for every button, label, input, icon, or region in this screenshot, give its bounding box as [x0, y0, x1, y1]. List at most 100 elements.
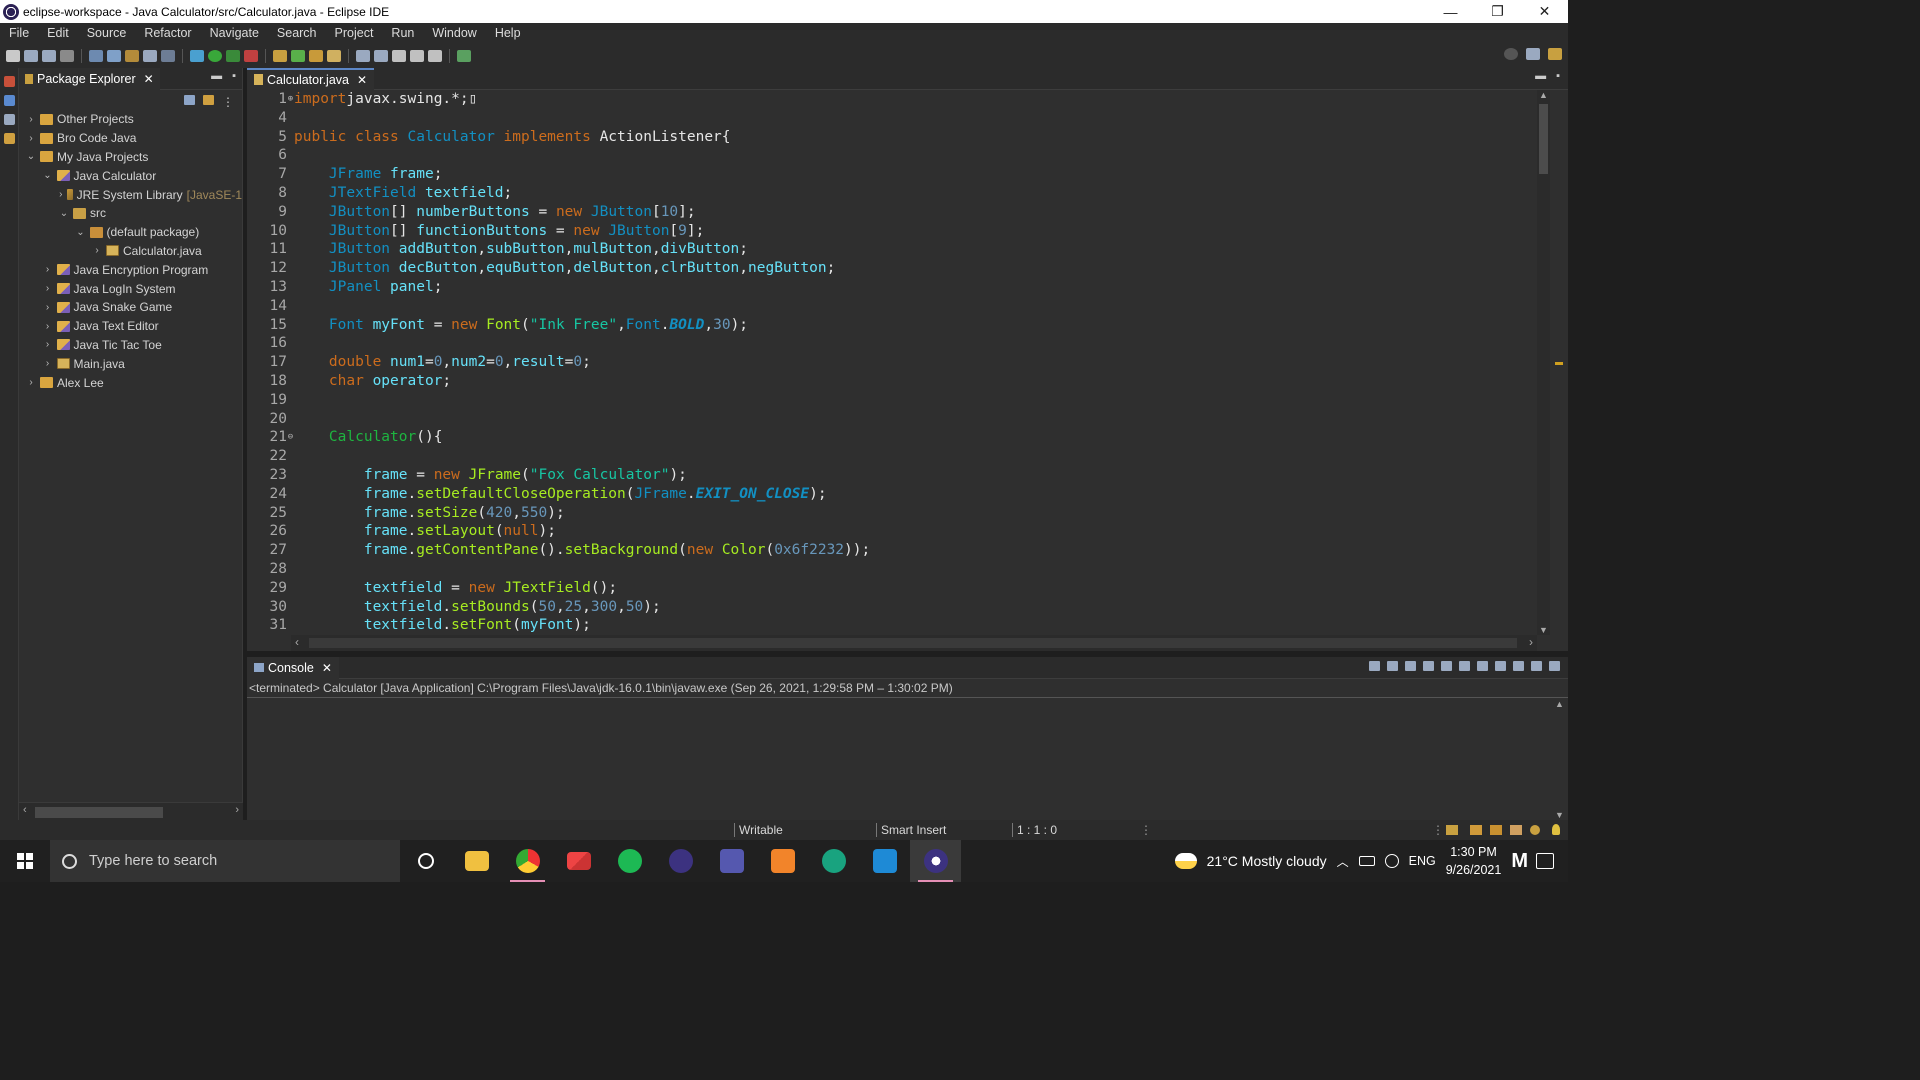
tab-console[interactable]: Console ✕	[247, 656, 339, 679]
menu-search[interactable]: Search	[268, 26, 326, 40]
highlight-icon[interactable]	[125, 49, 139, 62]
chevron-right-icon[interactable]: ›	[25, 377, 37, 388]
close-icon[interactable]: ✕	[357, 73, 367, 87]
scroll-up-icon[interactable]: ▲	[1539, 90, 1548, 100]
show-on-output-icon[interactable]	[1477, 661, 1488, 671]
lightbulb-icon[interactable]	[1552, 824, 1560, 835]
close-window-button[interactable]: ✕	[1521, 0, 1568, 23]
scrollbar-thumb[interactable]	[309, 638, 1517, 648]
menu-source[interactable]: Source	[78, 26, 136, 40]
code-line[interactable]: 28	[247, 560, 1537, 579]
sublime-button[interactable]	[757, 840, 808, 882]
scroll-right-icon[interactable]: ›	[235, 804, 239, 816]
run-icon[interactable]	[208, 49, 222, 62]
minimized-view-icon[interactable]	[4, 76, 15, 87]
menu-project[interactable]: Project	[326, 26, 383, 40]
code-line[interactable]: 12 JButton decButton,equButton,delButton…	[247, 259, 1537, 278]
whitespace-icon[interactable]	[161, 49, 175, 62]
pin-console-icon[interactable]	[1513, 661, 1524, 671]
tree-item[interactable]: › Bro Code Java	[19, 129, 242, 148]
file-explorer-button[interactable]	[451, 840, 502, 882]
logo-m-icon[interactable]: M	[1511, 850, 1528, 873]
teams-button[interactable]	[706, 840, 757, 882]
tab-calculator-java[interactable]: Calculator.java ✕	[247, 67, 375, 90]
code-line[interactable]: 29 textfield = new JTextField();	[247, 579, 1537, 598]
toggle-icon[interactable]	[89, 49, 103, 62]
code-line[interactable]: 13 JPanel panel;	[247, 278, 1537, 297]
print-icon[interactable]	[60, 49, 74, 62]
next-annotation-icon[interactable]	[356, 49, 370, 62]
code-line[interactable]: 17 double num1=0,num2=0,result=0;	[247, 353, 1537, 372]
notifications-icon[interactable]	[1536, 853, 1554, 869]
tree-item[interactable]: ⌄ Java Calculator	[19, 166, 242, 185]
save-all-icon[interactable]	[42, 49, 56, 62]
code-line[interactable]: 31 textfield.setFont(myFont);	[247, 616, 1537, 635]
tree-item[interactable]: ⌄ My Java Projects	[19, 148, 242, 167]
debug-icon[interactable]	[190, 49, 204, 62]
code-line[interactable]: 5 public class Calculator implements Acti…	[247, 128, 1537, 147]
terminate-icon[interactable]	[1369, 661, 1380, 671]
tree-item[interactable]: › Java Snake Game	[19, 298, 242, 317]
link-with-editor-icon[interactable]	[203, 95, 214, 105]
tree-item[interactable]: › Other Projects	[19, 110, 242, 129]
cortana-button[interactable]	[400, 840, 451, 882]
tree-item[interactable]: › Java Text Editor	[19, 317, 242, 336]
menu-file[interactable]: File	[0, 26, 38, 40]
code-line[interactable]: 24 frame.setDefaultCloseOperation(JFrame…	[247, 485, 1537, 504]
scroll-left-icon[interactable]: ‹	[295, 635, 299, 649]
tasks-icon[interactable]	[1470, 825, 1482, 835]
chevron-down-icon[interactable]: ⌄	[75, 227, 87, 238]
scroll-right-icon[interactable]: ›	[1529, 635, 1533, 649]
minimize-editor-icon[interactable]: ▬	[1535, 70, 1546, 82]
fold-toggle-icon[interactable]: ⊕	[287, 90, 294, 109]
tree-item[interactable]: ⌄ src	[19, 204, 242, 223]
editor-horizontal-scrollbar[interactable]: ‹ ›	[291, 635, 1537, 651]
code-line[interactable]: 27 frame.getContentPane().setBackground(…	[247, 541, 1537, 560]
word-wrap-icon[interactable]	[1459, 661, 1470, 671]
code-line[interactable]: 7 JFrame frame;	[247, 165, 1537, 184]
collapse-all-icon[interactable]	[184, 95, 195, 105]
tab-package-explorer[interactable]: Package Explorer ✕	[19, 67, 160, 90]
code-line[interactable]: 6	[247, 146, 1537, 165]
save-icon[interactable]	[24, 49, 38, 62]
close-icon[interactable]: ✕	[144, 72, 154, 86]
code-line[interactable]: 8 JTextField textfield;	[247, 184, 1537, 203]
maximize-view-icon[interactable]: ▪	[232, 70, 236, 82]
chevron-down-icon[interactable]: ⌄	[25, 151, 37, 162]
chevron-right-icon[interactable]: ›	[42, 321, 54, 332]
code-line[interactable]: 1 ⊕ importjavax.swing.*;▯	[247, 90, 1537, 109]
warning-marker[interactable]	[1555, 362, 1563, 365]
start-button[interactable]	[0, 840, 50, 882]
chatgpt-button[interactable]	[808, 840, 859, 882]
tree-item[interactable]: › Java Tic Tac Toe	[19, 336, 242, 355]
remove-all-terminated-icon[interactable]	[1405, 661, 1416, 671]
minimize-view-icon[interactable]: ▬	[211, 70, 222, 82]
new-class-icon[interactable]	[291, 49, 305, 62]
network-icon[interactable]	[1384, 854, 1399, 868]
tree-item[interactable]: ⌄ (default package)	[19, 223, 242, 242]
minimize-button[interactable]: —	[1427, 0, 1474, 23]
horizontal-scrollbar[interactable]: ‹ ›	[19, 802, 243, 820]
tips-icon[interactable]	[1530, 825, 1540, 835]
scroll-lock-icon[interactable]	[1441, 661, 1452, 671]
scrollbar-thumb[interactable]	[35, 807, 163, 818]
pin-editor-icon[interactable]	[457, 49, 471, 62]
code-line[interactable]: 22	[247, 447, 1537, 466]
problems-view-icon[interactable]	[4, 114, 15, 125]
chevron-right-icon[interactable]: ›	[42, 302, 54, 313]
gmail-button[interactable]	[553, 840, 604, 882]
console-vertical-scrollbar[interactable]: ▲ ▼	[1553, 699, 1566, 820]
tree-item[interactable]: › Calculator.java	[19, 242, 242, 261]
open-perspective-icon[interactable]	[1526, 48, 1540, 60]
menu-window[interactable]: Window	[423, 26, 485, 40]
chevron-right-icon[interactable]: ›	[42, 339, 54, 350]
mark-occurrences-icon[interactable]	[107, 49, 121, 62]
scroll-down-icon[interactable]: ▼	[1555, 810, 1564, 820]
new-icon[interactable]	[6, 49, 20, 62]
chevron-right-icon[interactable]: ›	[91, 245, 103, 256]
prev-annotation-icon[interactable]	[374, 49, 388, 62]
code-line[interactable]: 20	[247, 410, 1537, 429]
progress-icon[interactable]	[1446, 825, 1458, 835]
hierarchy-icon[interactable]	[1510, 825, 1522, 835]
clear-console-icon[interactable]	[1423, 661, 1434, 671]
